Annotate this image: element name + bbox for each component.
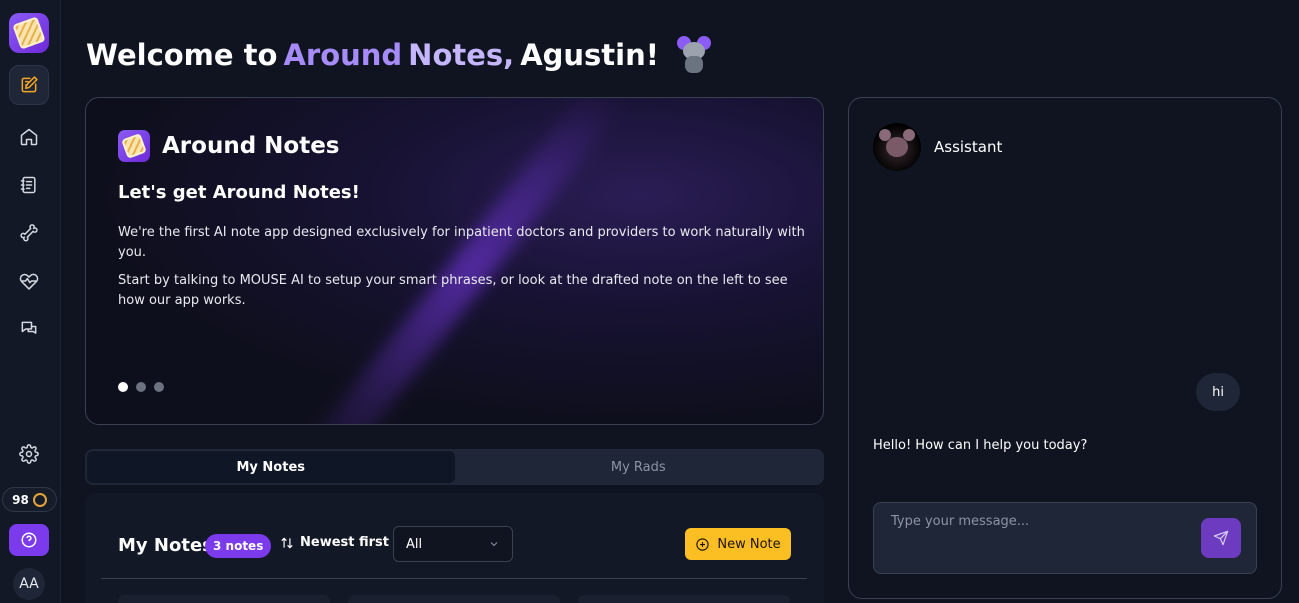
bone-icon: [20, 224, 38, 242]
hero-logo-icon: [118, 130, 150, 162]
notebook-icon: [20, 176, 36, 194]
edit-note-icon: [21, 76, 38, 93]
brand-word-notes: Notes,: [408, 38, 515, 72]
hero-title: Around Notes: [162, 133, 340, 159]
notes-count-badge: 3 notes: [205, 534, 272, 558]
new-note-button[interactable]: New Note: [685, 528, 791, 560]
sidebar-item-vitals[interactable]: [9, 261, 49, 301]
sidebar-item-chat[interactable]: [9, 309, 49, 349]
notes-tabs: My Notes My Rads: [85, 449, 824, 485]
divider: [101, 578, 807, 579]
user-message-bubble: hi: [1196, 373, 1240, 411]
sort-label: Newest first: [300, 535, 390, 550]
sidebar: 98 AA: [0, 0, 61, 603]
user-avatar[interactable]: AA: [13, 568, 45, 600]
filter-dropdown[interactable]: All: [393, 526, 513, 562]
gear-icon: [19, 444, 39, 464]
assistant-message: Hello! How can I help you today?: [873, 438, 1088, 453]
new-note-label: New Note: [717, 536, 781, 552]
carousel-dot-2[interactable]: [136, 382, 146, 392]
note-card[interactable]: [578, 595, 790, 603]
home-icon: [20, 128, 38, 146]
sidebar-item-notes[interactable]: [9, 65, 49, 105]
heart-pulse-icon: [19, 273, 39, 290]
hero-paragraph-2: Start by talking to MOUSE AI to setup yo…: [118, 273, 788, 308]
coin-icon: [32, 492, 47, 507]
sidebar-item-radiology[interactable]: [9, 213, 49, 253]
hero-subtitle: Let's get Around Notes!: [118, 182, 360, 203]
assistant-avatar: [873, 123, 921, 171]
carousel-dot-1[interactable]: [118, 382, 128, 392]
tab-my-notes[interactable]: My Notes: [87, 451, 455, 483]
notes-heading: My Notes: [118, 535, 213, 556]
note-card[interactable]: [118, 595, 330, 603]
credits-badge[interactable]: 98: [2, 487, 57, 512]
notebook-logo-icon: [12, 16, 46, 50]
assistant-panel: Assistant hi Hello! How can I help you t…: [848, 97, 1282, 599]
sort-button[interactable]: Newest first: [280, 535, 389, 550]
sidebar-item-settings[interactable]: [9, 434, 49, 474]
chat-icon: [21, 321, 37, 334]
chat-input[interactable]: Type your message...: [873, 502, 1257, 574]
welcome-carousel: Around Notes Let's get Around Notes! We'…: [85, 97, 824, 425]
page-title: Welcome to Around Notes, Agustin!: [86, 36, 711, 74]
note-card[interactable]: [348, 595, 560, 603]
sidebar-item-home[interactable]: [9, 117, 49, 157]
user-name: Agustin!: [520, 38, 659, 72]
carousel-dots: [118, 382, 164, 392]
brand-word-around: Around: [283, 38, 403, 72]
send-button[interactable]: [1201, 518, 1241, 558]
hero-paragraph-1: We're the first AI note app designed exc…: [118, 225, 805, 260]
help-icon: [21, 532, 37, 548]
sort-arrows-icon: [281, 537, 293, 548]
welcome-prefix: Welcome to: [86, 38, 278, 72]
sidebar-item-notebook[interactable]: [9, 165, 49, 205]
chevron-down-icon: [490, 542, 498, 547]
plus-circle-icon: [696, 537, 710, 551]
filter-value: All: [406, 536, 423, 552]
send-icon: [1213, 530, 1229, 546]
mouse-mascot-icon: [676, 36, 711, 74]
tab-my-rads[interactable]: My Rads: [455, 451, 823, 483]
assistant-name: Assistant: [934, 138, 1003, 156]
credits-count: 98: [12, 492, 29, 507]
carousel-dot-3[interactable]: [154, 382, 164, 392]
notes-panel: My Notes 3 notes Newest first All New No…: [85, 493, 824, 603]
chat-input-placeholder: Type your message...: [891, 514, 1030, 529]
help-button[interactable]: [9, 524, 49, 556]
app-logo[interactable]: [9, 13, 49, 53]
